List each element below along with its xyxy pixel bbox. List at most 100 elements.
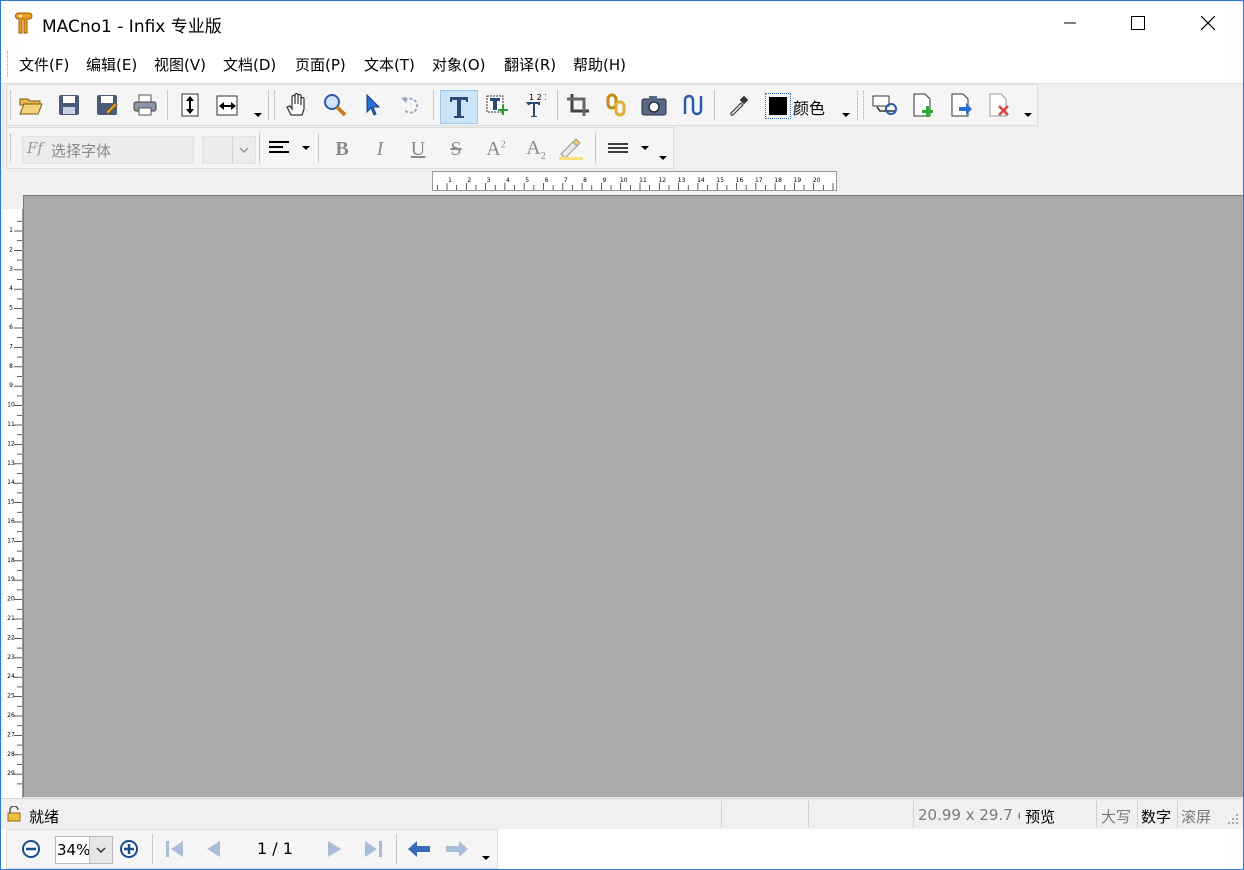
replace-page-button[interactable] bbox=[870, 90, 900, 120]
toolbar-separator bbox=[259, 133, 260, 163]
align-button[interactable] bbox=[264, 133, 294, 163]
text-numbering-button[interactable]: 1 2 3 bbox=[520, 90, 550, 120]
page-indicator[interactable]: 1 / 1 bbox=[257, 839, 293, 858]
fit-height-button[interactable] bbox=[175, 90, 205, 120]
insert-page-button[interactable] bbox=[908, 90, 938, 120]
status-divider bbox=[1096, 801, 1097, 827]
toolbar-separator bbox=[557, 90, 558, 120]
zoom-out-button[interactable] bbox=[16, 834, 46, 864]
next-page-button[interactable] bbox=[320, 834, 350, 864]
page-replace-icon bbox=[872, 95, 897, 115]
print-button[interactable] bbox=[130, 90, 160, 120]
zoom-select[interactable]: 34% bbox=[55, 836, 113, 864]
highlight-button[interactable] bbox=[556, 133, 586, 163]
zoom-in-button[interactable] bbox=[114, 834, 144, 864]
resize-grip-icon[interactable] bbox=[1227, 813, 1239, 825]
ruler-label: 12 bbox=[658, 177, 666, 184]
minimize-button[interactable] bbox=[1047, 1, 1093, 45]
delete-page-button[interactable] bbox=[984, 90, 1014, 120]
zoom-in-icon bbox=[120, 840, 138, 858]
toolbar-separator bbox=[857, 90, 858, 120]
bold-button[interactable]: B bbox=[327, 134, 357, 164]
ruler-label: 16 bbox=[7, 518, 15, 525]
toolbar-grip[interactable] bbox=[10, 134, 14, 162]
text-tool-button[interactable] bbox=[440, 90, 478, 124]
ruler-label: 3 bbox=[9, 266, 13, 273]
ruler-label: 21 bbox=[7, 615, 15, 622]
font-select[interactable]: Ff 选择字体 bbox=[22, 136, 194, 164]
align-dropdown-arrow[interactable] bbox=[302, 146, 310, 150]
page-dropdown-arrow[interactable] bbox=[1024, 113, 1032, 117]
forward-button[interactable] bbox=[442, 834, 472, 864]
zoom-tool-button[interactable] bbox=[320, 90, 350, 120]
status-ready: 就绪 bbox=[29, 808, 60, 826]
subscript-icon: A2 bbox=[526, 136, 546, 162]
align-left-icon bbox=[269, 141, 289, 153]
ruler-label: 20 bbox=[7, 596, 15, 603]
link-button[interactable] bbox=[601, 90, 631, 120]
close-button[interactable] bbox=[1185, 1, 1231, 45]
menu-translate[interactable]: 翻译(R) bbox=[504, 54, 556, 75]
strikethrough-button[interactable]: S bbox=[441, 134, 471, 164]
italic-button[interactable]: I bbox=[365, 134, 395, 164]
menu-text[interactable]: 文本(T) bbox=[364, 54, 415, 75]
line-spacing-dropdown-arrow[interactable] bbox=[641, 146, 649, 150]
menu-grip[interactable] bbox=[7, 51, 11, 77]
menu-help[interactable]: 帮助(H) bbox=[573, 54, 626, 75]
ruler-label: 7 bbox=[9, 343, 13, 350]
text-flow-button[interactable] bbox=[677, 90, 707, 120]
rotate-tool-button[interactable] bbox=[396, 90, 426, 120]
last-page-button[interactable] bbox=[358, 834, 388, 864]
status-bar: 就绪 20.99 x 29.7 c 预览 大写 数字 滚屏 bbox=[1, 798, 1243, 829]
color-label[interactable]: 颜色 bbox=[793, 95, 825, 119]
add-text-block-button[interactable] bbox=[482, 90, 512, 120]
save-as-button[interactable] bbox=[92, 90, 122, 120]
extract-page-button[interactable] bbox=[946, 90, 976, 120]
save-button[interactable] bbox=[54, 90, 84, 120]
ruler-label: 11 bbox=[639, 177, 647, 184]
font-size-dropdown-button[interactable] bbox=[232, 137, 255, 163]
eyedropper-button[interactable] bbox=[724, 90, 754, 120]
toolbar-separator bbox=[396, 834, 397, 864]
open-button[interactable] bbox=[16, 90, 46, 120]
previous-page-button[interactable] bbox=[198, 834, 228, 864]
fit-dropdown-arrow[interactable] bbox=[254, 113, 262, 117]
ruler-label: 22 bbox=[7, 634, 15, 641]
menu-page[interactable]: 页面(P) bbox=[295, 54, 346, 75]
ruler-label: 13 bbox=[7, 460, 15, 467]
font-size-select[interactable] bbox=[202, 136, 256, 164]
superscript-button[interactable]: A2 bbox=[481, 134, 511, 164]
crop-button[interactable] bbox=[563, 90, 593, 120]
menu-file[interactable]: 文件(F) bbox=[19, 54, 69, 75]
fit-width-button[interactable] bbox=[213, 90, 243, 120]
maximize-icon bbox=[1131, 16, 1145, 30]
first-page-button[interactable] bbox=[160, 834, 190, 864]
underline-button[interactable]: U bbox=[403, 134, 433, 164]
line-spacing-button[interactable] bbox=[603, 133, 633, 163]
menu-document[interactable]: 文档(D) bbox=[223, 54, 276, 75]
color-dropdown-arrow[interactable] bbox=[842, 113, 850, 117]
menu-view[interactable]: 视图(V) bbox=[154, 54, 206, 75]
back-button[interactable] bbox=[404, 834, 434, 864]
format-toolbar: Ff 选择字体 B I U S A2 A2 bbox=[6, 127, 674, 169]
select-tool-button[interactable] bbox=[358, 90, 388, 120]
format-toolbar-overflow-arrow[interactable] bbox=[659, 156, 667, 160]
subscript-button[interactable]: A2 bbox=[521, 134, 551, 164]
menu-edit[interactable]: 编辑(E) bbox=[86, 54, 137, 75]
nav-overflow-arrow[interactable] bbox=[482, 856, 490, 860]
toolbar-grip[interactable] bbox=[10, 91, 14, 119]
ruler-label: 27 bbox=[7, 731, 15, 738]
document-workspace[interactable] bbox=[23, 195, 1243, 797]
zoom-dropdown-button[interactable] bbox=[89, 837, 112, 863]
toolbar-grip[interactable] bbox=[274, 91, 278, 119]
maximize-button[interactable] bbox=[1115, 1, 1161, 45]
menu-object[interactable]: 对象(O) bbox=[432, 54, 486, 75]
toolbar-grip[interactable] bbox=[863, 91, 867, 119]
ruler-label: 8 bbox=[583, 177, 587, 184]
next-page-icon bbox=[328, 841, 341, 857]
ruler-label: 10 bbox=[620, 177, 628, 184]
ruler-label: 24 bbox=[7, 673, 15, 680]
color-swatch-button[interactable] bbox=[765, 93, 791, 119]
hand-tool-button[interactable] bbox=[282, 90, 312, 120]
snapshot-button[interactable] bbox=[639, 90, 669, 120]
